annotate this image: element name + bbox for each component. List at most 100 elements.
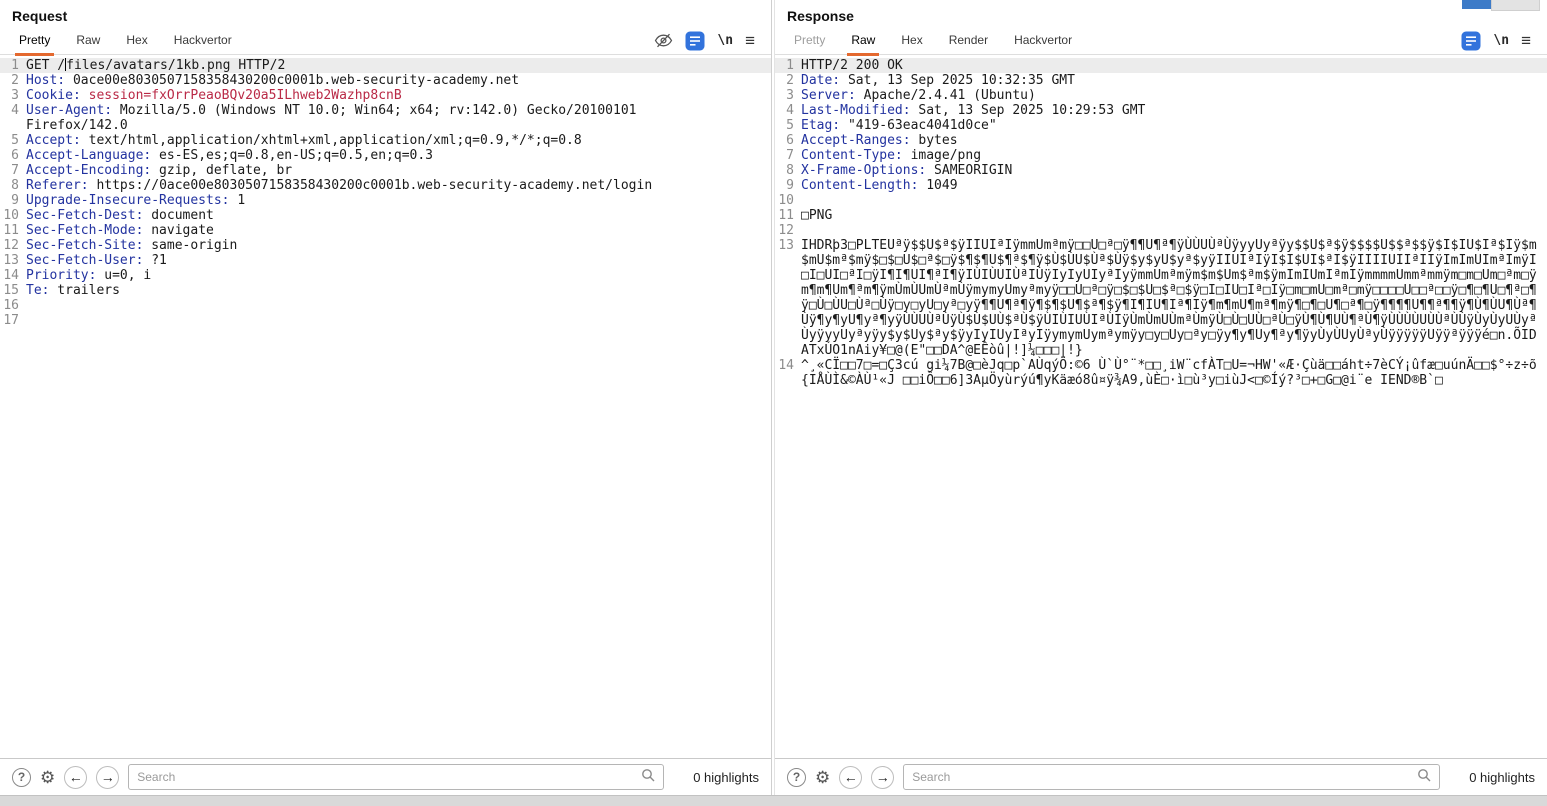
line-number: 10 <box>775 193 801 208</box>
response-editor[interactable]: 1HTTP/2 200 OK2Date: Sat, 13 Sep 2025 10… <box>775 55 1547 758</box>
line-number: 1 <box>0 58 26 73</box>
code-line-2[interactable]: 2Host: 0ace00e8030507158358430200c0001b.… <box>0 73 771 88</box>
request-tab-hackvertor[interactable]: Hackvertor <box>161 26 245 56</box>
corner-blue-button[interactable] <box>1462 0 1491 9</box>
code-line-13[interactable]: 13Sec-Fetch-User: ?1 <box>0 253 771 268</box>
line-number: 5 <box>775 118 801 133</box>
line-text: Sec-Fetch-Site: same-origin <box>26 238 771 253</box>
code-line-11[interactable]: 11□PNG <box>775 208 1547 223</box>
search-prev-icon[interactable]: ← <box>839 766 862 789</box>
line-number: 16 <box>0 298 26 313</box>
request-tab-bar: Pretty Raw Hex Hackvertor <box>0 27 771 55</box>
line-number: 4 <box>775 103 801 118</box>
code-line-7[interactable]: 7Content-Type: image/png <box>775 148 1547 163</box>
code-line-5[interactable]: 5Accept: text/html,application/xhtml+xml… <box>0 133 771 148</box>
response-search-input[interactable] <box>912 770 1417 784</box>
help-icon[interactable]: ? <box>787 768 806 787</box>
line-number: 8 <box>0 178 26 193</box>
code-line-2[interactable]: 2Date: Sat, 13 Sep 2025 10:32:35 GMT <box>775 73 1547 88</box>
line-number: 7 <box>775 148 801 163</box>
line-text: Te: trailers <box>26 283 771 298</box>
code-line-12[interactable]: 12 <box>775 223 1547 238</box>
request-editor[interactable]: 1GET /files/avatars/1kb.png HTTP/22Host:… <box>0 55 771 758</box>
line-number: 1 <box>775 58 801 73</box>
non-printing-chars-icon[interactable]: \n <box>1493 33 1509 48</box>
non-printing-chars-icon[interactable]: \n <box>717 33 733 48</box>
request-tab-pretty[interactable]: Pretty <box>6 26 63 56</box>
line-number: 11 <box>775 208 801 223</box>
code-line-6[interactable]: 6Accept-Ranges: bytes <box>775 133 1547 148</box>
code-line-1[interactable]: 1GET /files/avatars/1kb.png HTTP/2 <box>0 58 771 73</box>
line-number: 3 <box>775 88 801 103</box>
request-editor-menu-icon[interactable]: ≡ <box>745 32 755 49</box>
code-line-13[interactable]: 13IHDRþ3□PLTEUªÿ$$U$ª$ÿIIUIªIÿmmUmªmÿ□□U… <box>775 238 1547 358</box>
code-line-7[interactable]: 7Accept-Encoding: gzip, deflate, br <box>0 163 771 178</box>
line-number: 15 <box>0 283 26 298</box>
line-number: 6 <box>0 148 26 163</box>
request-tab-raw[interactable]: Raw <box>63 26 113 56</box>
line-text: Etag: "419-63eac4041d0ce" <box>801 118 1547 133</box>
code-line-3[interactable]: 3Cookie: session=fxOrrPeaoBQv20a5ILhweb2… <box>0 88 771 103</box>
search-icon <box>1417 768 1431 787</box>
gear-icon[interactable]: ⚙ <box>815 769 830 786</box>
line-text: Content-Length: 1049 <box>801 178 1547 193</box>
corner-gray-button[interactable] <box>1491 0 1540 11</box>
search-next-icon[interactable]: → <box>871 766 894 789</box>
request-search-bar: ? ⚙ ← → 0 highlights <box>0 758 771 795</box>
request-panel: Request Pretty Raw Hex Hackvertor <box>0 0 772 795</box>
code-line-16[interactable]: 16 <box>0 298 771 313</box>
line-text: Cookie: session=fxOrrPeaoBQv20a5ILhweb2W… <box>26 88 771 103</box>
line-text: X-Frame-Options: SAMEORIGIN <box>801 163 1547 178</box>
code-line-11[interactable]: 11Sec-Fetch-Mode: navigate <box>0 223 771 238</box>
response-tab-pretty[interactable]: Pretty <box>781 26 838 56</box>
line-text: Date: Sat, 13 Sep 2025 10:32:35 GMT <box>801 73 1547 88</box>
line-number: 4 <box>0 103 26 133</box>
visibility-off-icon[interactable] <box>654 33 673 48</box>
line-number: 2 <box>775 73 801 88</box>
response-highlights-count: 0 highlights <box>1453 770 1535 785</box>
line-number: 14 <box>0 268 26 283</box>
code-line-4[interactable]: 4User-Agent: Mozilla/5.0 (Windows NT 10.… <box>0 103 771 133</box>
code-line-12[interactable]: 12Sec-Fetch-Site: same-origin <box>0 238 771 253</box>
response-tab-raw[interactable]: Raw <box>838 26 888 56</box>
window-bottom-strip <box>0 795 1547 806</box>
code-line-14[interactable]: 14Priority: u=0, i <box>0 268 771 283</box>
gear-icon[interactable]: ⚙ <box>40 769 55 786</box>
code-line-6[interactable]: 6Accept-Language: es-ES,es;q=0.8,en-US;q… <box>0 148 771 163</box>
response-tab-hex[interactable]: Hex <box>888 26 935 56</box>
code-line-14[interactable]: 14^¸«CÏ□□7□=□Ç3cú gi¼7B@□èJq□p`AÙqýÖ:©6 … <box>775 358 1547 388</box>
line-text: Server: Apache/2.4.41 (Ubuntu) <box>801 88 1547 103</box>
code-line-15[interactable]: 15Te: trailers <box>0 283 771 298</box>
line-number: 10 <box>0 208 26 223</box>
pretty-print-icon[interactable] <box>1461 31 1481 51</box>
code-line-9[interactable]: 9Upgrade-Insecure-Requests: 1 <box>0 193 771 208</box>
line-number: 11 <box>0 223 26 238</box>
code-line-9[interactable]: 9Content-Length: 1049 <box>775 178 1547 193</box>
search-prev-icon[interactable]: ← <box>64 766 87 789</box>
line-text <box>26 298 771 313</box>
code-line-8[interactable]: 8X-Frame-Options: SAMEORIGIN <box>775 163 1547 178</box>
panels: Request Pretty Raw Hex Hackvertor <box>0 0 1547 795</box>
code-line-17[interactable]: 17 <box>0 313 771 328</box>
line-number: 12 <box>0 238 26 253</box>
code-line-3[interactable]: 3Server: Apache/2.4.41 (Ubuntu) <box>775 88 1547 103</box>
line-number: 2 <box>0 73 26 88</box>
code-line-10[interactable]: 10 <box>775 193 1547 208</box>
help-icon[interactable]: ? <box>12 768 31 787</box>
code-line-10[interactable]: 10Sec-Fetch-Dest: document <box>0 208 771 223</box>
search-next-icon[interactable]: → <box>96 766 119 789</box>
line-text: Sec-Fetch-Dest: document <box>26 208 771 223</box>
code-line-4[interactable]: 4Last-Modified: Sat, 13 Sep 2025 10:29:5… <box>775 103 1547 118</box>
request-search-input[interactable] <box>137 770 641 784</box>
response-tab-render[interactable]: Render <box>936 26 1001 56</box>
code-line-5[interactable]: 5Etag: "419-63eac4041d0ce" <box>775 118 1547 133</box>
response-tab-hackvertor[interactable]: Hackvertor <box>1001 26 1085 56</box>
code-line-8[interactable]: 8Referer: https://0ace00e803050715835843… <box>0 178 771 193</box>
line-text: Sec-Fetch-Mode: navigate <box>26 223 771 238</box>
request-tab-hex[interactable]: Hex <box>113 26 160 56</box>
response-editor-menu-icon[interactable]: ≡ <box>1521 32 1531 49</box>
pretty-print-icon[interactable] <box>685 31 705 51</box>
line-text: □PNG <box>801 208 1547 223</box>
response-search-box <box>903 764 1440 790</box>
code-line-1[interactable]: 1HTTP/2 200 OK <box>775 58 1547 73</box>
